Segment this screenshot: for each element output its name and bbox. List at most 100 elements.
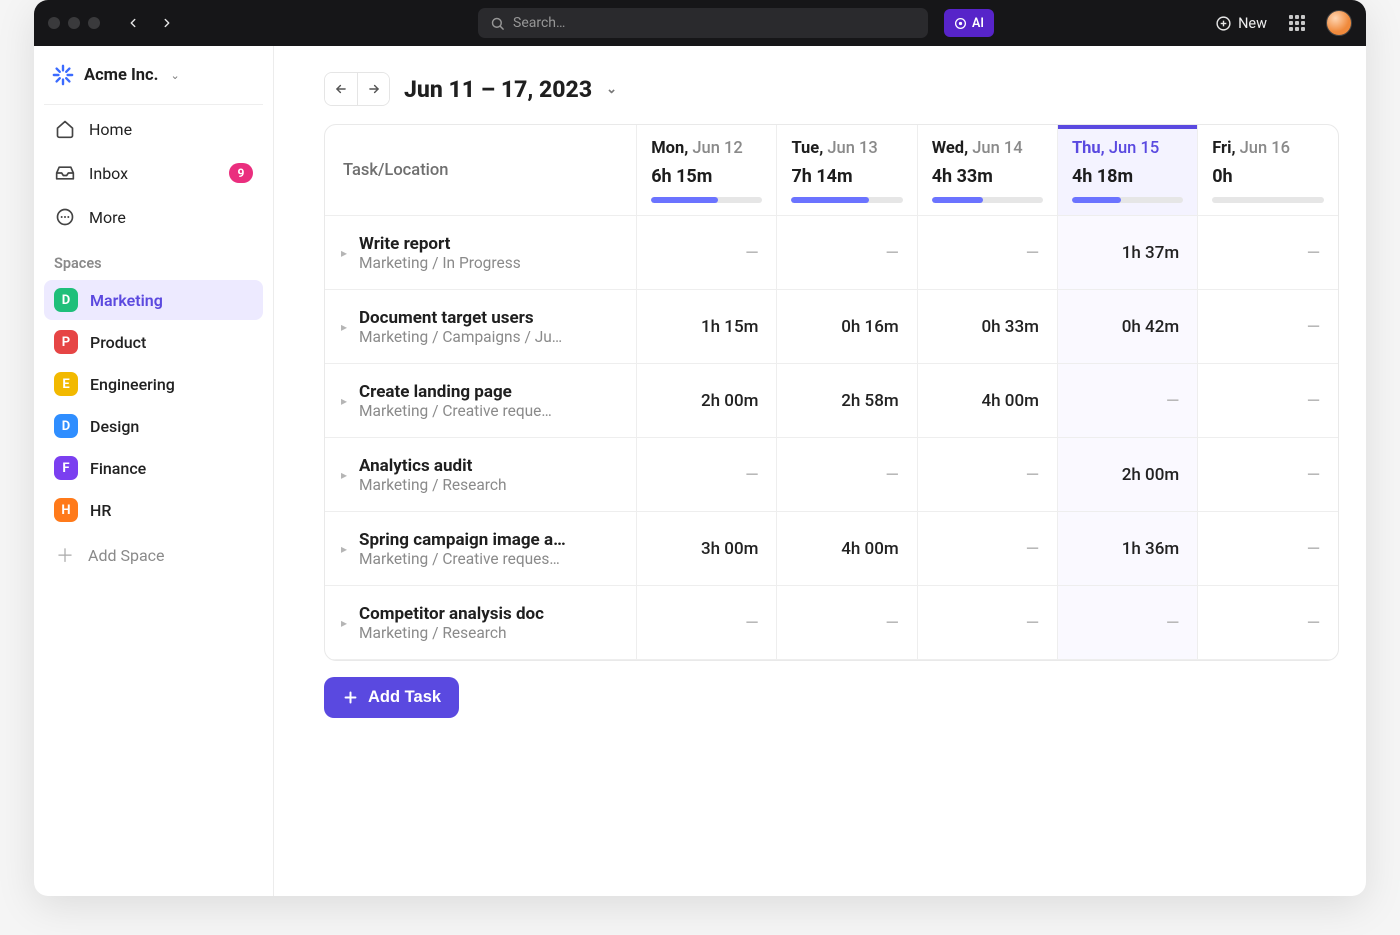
date-range-picker[interactable]: Jun 11 – 17, 2023 ⌄ (404, 76, 617, 103)
add-space-button[interactable]: ＋ Add Space (44, 534, 263, 576)
history-back-button[interactable] (120, 10, 146, 36)
expand-caret-icon[interactable]: ▸ (335, 394, 353, 408)
column-header-day-3[interactable]: Thu, Jun 15 4h 18m (1057, 125, 1197, 216)
time-cell[interactable]: 2h 00m (1057, 438, 1197, 512)
space-icon: P (54, 330, 78, 354)
space-icon: D (54, 414, 78, 438)
task-cell[interactable]: ▸ Create landing page Marketing / Creati… (325, 368, 636, 434)
task-cell[interactable]: ▸ Competitor analysis doc Marketing / Re… (325, 590, 636, 656)
day-progress-bar (651, 197, 762, 203)
new-button[interactable]: New (1215, 15, 1267, 32)
user-avatar[interactable] (1326, 10, 1352, 36)
task-location: Marketing / Campaigns / Ju… (359, 328, 622, 346)
time-cell[interactable]: — (637, 216, 777, 290)
time-cell[interactable]: — (1198, 216, 1338, 290)
nav-home[interactable]: Home (44, 109, 263, 149)
time-cell[interactable]: — (917, 216, 1057, 290)
time-cell[interactable]: 0h 42m (1057, 290, 1197, 364)
sidebar-space-engineering[interactable]: E Engineering (44, 364, 263, 404)
nav-more[interactable]: More (44, 197, 263, 237)
time-cell[interactable]: — (1198, 364, 1338, 438)
nav-inbox[interactable]: Inbox 9 (44, 153, 263, 193)
search-input[interactable]: Search… (478, 8, 928, 38)
task-location: Marketing / In Progress (359, 254, 622, 272)
time-cell[interactable]: — (637, 586, 777, 660)
next-week-button[interactable] (357, 73, 389, 105)
week-nav (324, 72, 390, 106)
time-cell[interactable]: — (1057, 364, 1197, 438)
search-placeholder: Search… (513, 15, 565, 31)
column-header-day-1[interactable]: Tue, Jun 13 7h 14m (777, 125, 917, 216)
column-header-day-0[interactable]: Mon, Jun 12 6h 15m (637, 125, 777, 216)
time-cell[interactable]: 1h 36m (1057, 512, 1197, 586)
task-title: Write report (359, 234, 622, 254)
time-cell[interactable]: — (777, 438, 917, 512)
task-title: Create landing page (359, 382, 622, 402)
prev-week-button[interactable] (325, 73, 357, 105)
time-cell[interactable]: — (637, 438, 777, 512)
sidebar-space-marketing[interactable]: D Marketing (44, 280, 263, 320)
space-icon: E (54, 372, 78, 396)
apps-grid-icon[interactable] (1289, 15, 1306, 32)
time-cell[interactable]: — (1198, 290, 1338, 364)
time-cell[interactable]: — (1057, 586, 1197, 660)
sidebar: Acme Inc. ⌄ Home Inbox 9 More (34, 46, 274, 896)
inbox-badge: 9 (229, 163, 253, 183)
spaces-heading: Spaces (44, 237, 263, 278)
more-icon (54, 206, 76, 228)
day-total: 6h 15m (651, 166, 762, 187)
time-cell[interactable]: — (1198, 586, 1338, 660)
space-icon: D (54, 288, 78, 312)
time-cell[interactable]: 3h 00m (637, 512, 777, 586)
time-cell[interactable]: — (777, 586, 917, 660)
day-total: 4h 18m (1072, 166, 1183, 187)
task-row: ▸ Create landing page Marketing / Creati… (325, 364, 1338, 438)
history-forward-button[interactable] (154, 10, 180, 36)
time-cell[interactable]: 1h 15m (637, 290, 777, 364)
sidebar-space-design[interactable]: D Design (44, 406, 263, 446)
home-icon (54, 118, 76, 140)
task-cell[interactable]: ▸ Spring campaign image a… Marketing / C… (325, 516, 636, 582)
time-cell[interactable]: 4h 00m (777, 512, 917, 586)
time-cell[interactable]: 4h 00m (917, 364, 1057, 438)
expand-caret-icon[interactable]: ▸ (335, 246, 353, 260)
sidebar-space-finance[interactable]: F Finance (44, 448, 263, 488)
expand-caret-icon[interactable]: ▸ (335, 542, 353, 556)
topbar: Search… AI New (34, 0, 1366, 46)
task-location: Marketing / Research (359, 476, 622, 494)
time-cell[interactable]: 1h 37m (1057, 216, 1197, 290)
traffic-light-close[interactable] (48, 17, 60, 29)
time-cell[interactable]: 2h 58m (777, 364, 917, 438)
task-cell[interactable]: ▸ Analytics audit Marketing / Research (325, 442, 636, 508)
time-cell[interactable]: 0h 33m (917, 290, 1057, 364)
expand-caret-icon[interactable]: ▸ (335, 468, 353, 482)
task-cell[interactable]: ▸ Write report Marketing / In Progress (325, 220, 636, 286)
task-row: ▸ Write report Marketing / In Progress —… (325, 216, 1338, 290)
add-task-button[interactable]: Add Task (324, 677, 459, 718)
time-cell[interactable]: — (777, 216, 917, 290)
time-cell[interactable]: — (917, 438, 1057, 512)
space-label: Finance (90, 459, 146, 478)
time-cell[interactable]: — (917, 512, 1057, 586)
day-progress-bar (1072, 197, 1183, 203)
workspace-switcher[interactable]: Acme Inc. ⌄ (44, 46, 263, 105)
expand-caret-icon[interactable]: ▸ (335, 616, 353, 630)
time-cell[interactable]: 2h 00m (637, 364, 777, 438)
time-cell[interactable]: 0h 16m (777, 290, 917, 364)
ai-button[interactable]: AI (944, 9, 994, 37)
date-range-label: Jun 11 – 17, 2023 (404, 76, 592, 103)
space-icon: H (54, 498, 78, 522)
expand-caret-icon[interactable]: ▸ (335, 320, 353, 334)
sidebar-space-hr[interactable]: H HR (44, 490, 263, 530)
traffic-light-max[interactable] (88, 17, 100, 29)
time-cell[interactable]: — (1198, 438, 1338, 512)
time-cell[interactable]: — (1198, 512, 1338, 586)
space-label: Product (90, 333, 146, 352)
sidebar-space-product[interactable]: P Product (44, 322, 263, 362)
task-cell[interactable]: ▸ Document target users Marketing / Camp… (325, 294, 636, 360)
column-header-day-2[interactable]: Wed, Jun 14 4h 33m (917, 125, 1057, 216)
time-cell[interactable]: — (917, 586, 1057, 660)
column-header-day-4[interactable]: Fri, Jun 16 0h (1198, 125, 1338, 216)
task-title: Document target users (359, 308, 622, 328)
traffic-light-min[interactable] (68, 17, 80, 29)
